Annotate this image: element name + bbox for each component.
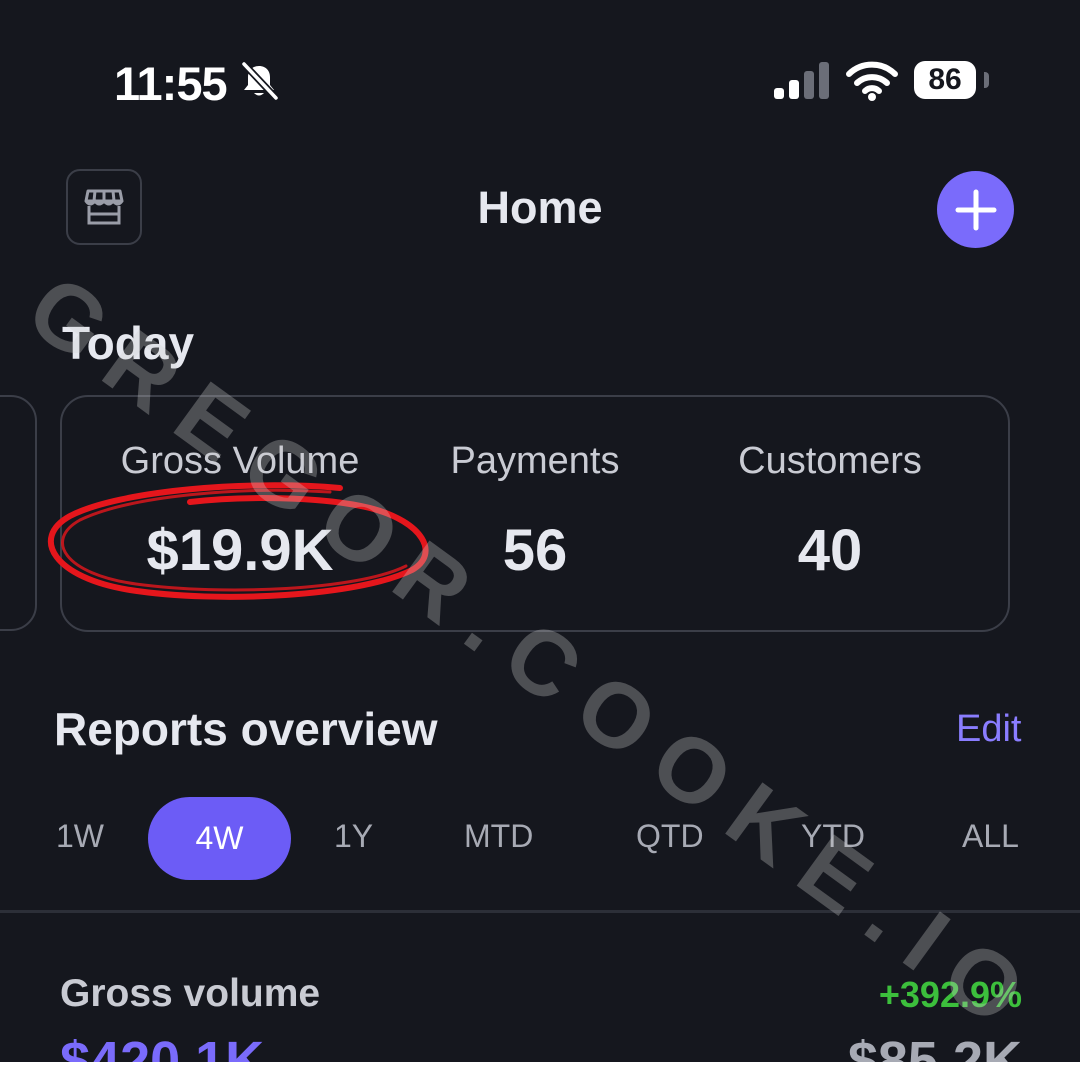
metric-label: Payments	[450, 440, 620, 482]
metric-value: 40	[797, 518, 863, 583]
metric-customers[interactable]: Customers 40	[680, 440, 980, 584]
bell-slash-icon	[241, 61, 279, 101]
divider	[0, 910, 1080, 913]
metric-value: $19.9K	[146, 518, 334, 583]
tab-mtd[interactable]: MTD	[464, 818, 533, 855]
metric-gross-volume[interactable]: Gross Volume $19.9K	[90, 440, 390, 584]
battery-icon: 86	[914, 61, 976, 99]
page-title: Home	[477, 182, 603, 233]
status-time: 11:55	[114, 57, 228, 110]
tab-ytd[interactable]: YTD	[801, 818, 865, 855]
gross-volume-label: Gross volume	[60, 972, 321, 1015]
watermark: GREGOR.COOKE.IO	[9, 255, 1061, 1059]
wifi-icon	[846, 61, 898, 101]
tab-4w[interactable]: 4W	[148, 797, 291, 880]
add-button[interactable]	[937, 171, 1014, 248]
today-heading: Today	[62, 317, 195, 369]
signal-icon	[774, 62, 829, 99]
battery-tip	[984, 72, 989, 88]
gross-volume-change: +392.9%	[878, 974, 1022, 1015]
tab-1w[interactable]: 1W	[56, 818, 104, 855]
metric-value: 56	[502, 518, 568, 583]
previous-card[interactable]	[0, 395, 37, 631]
gross-volume-previous: $85.2K	[847, 1031, 1022, 1062]
tab-qtd[interactable]: QTD	[636, 818, 704, 855]
metric-payments[interactable]: Payments 56	[385, 440, 685, 584]
metric-label: Customers	[738, 440, 922, 482]
app-screen: 11:55 86 Home Today Gross Volume $19.9K …	[0, 0, 1080, 1062]
plus-icon	[955, 189, 996, 230]
metric-label: Gross Volume	[120, 440, 360, 482]
reports-heading: Reports overview	[54, 703, 438, 755]
tab-1y[interactable]: 1Y	[334, 818, 373, 855]
tab-all[interactable]: ALL	[962, 818, 1019, 855]
gross-volume-value: $420.1K	[60, 1031, 265, 1062]
edit-link[interactable]: Edit	[956, 708, 1021, 751]
